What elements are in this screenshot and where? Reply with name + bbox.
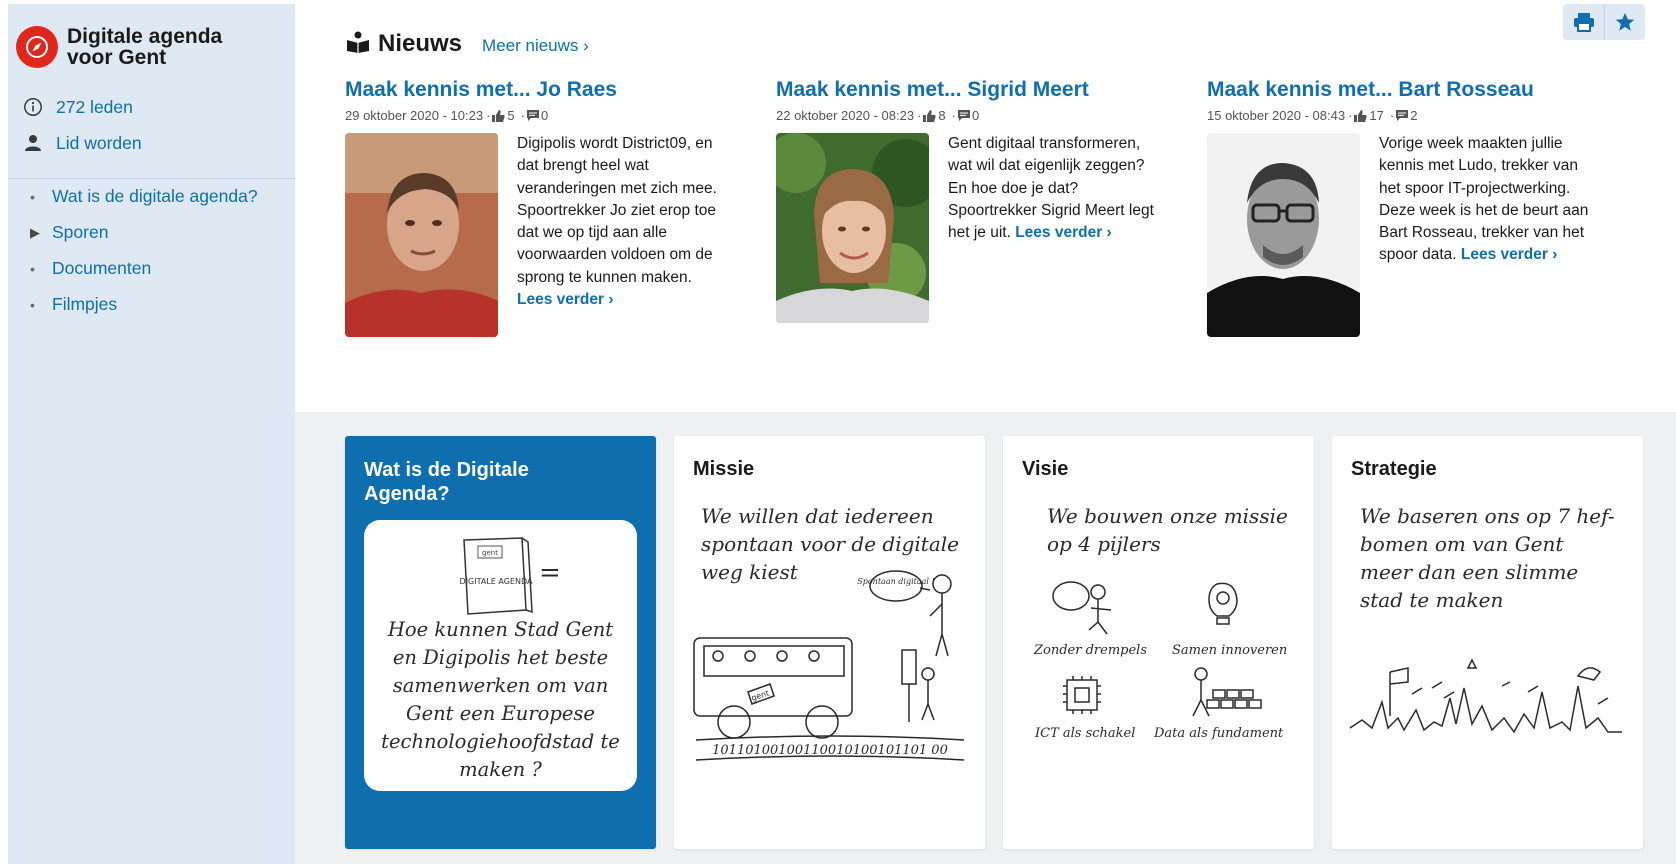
article-date: 15 oktober 2020 - 08:43	[1207, 108, 1346, 123]
like-icon	[492, 109, 506, 122]
article-title[interactable]: Maak kennis met... Sigrid Meert	[776, 78, 1176, 102]
skyline-illustration	[1349, 658, 1622, 734]
expand-triangle-icon[interactable]: ▶	[30, 225, 52, 241]
bullet-icon: •	[30, 188, 35, 205]
comment-icon	[1396, 110, 1409, 121]
card-title: Strategie	[1351, 458, 1437, 480]
data-blocks-icon	[1212, 689, 1226, 699]
more-news-link[interactable]: Meer nieuws ›	[482, 36, 589, 56]
reader-icon	[346, 31, 370, 58]
news-header: Nieuws Meer nieuws ›	[346, 30, 589, 58]
article-date: 22 oktober 2020 - 08:23	[776, 108, 915, 123]
card-missie[interactable]: Missie We willen dat iedereen spontaan v…	[674, 436, 985, 849]
info-icon	[22, 96, 44, 118]
article-title[interactable]: Maak kennis met... Bart Rosseau	[1207, 78, 1607, 102]
article-excerpt: Gent digitaal transformeren, wat wil dat…	[948, 133, 1158, 323]
members-link[interactable]: 272 leden	[22, 96, 133, 118]
pillar-label: Zonder drempels	[1034, 643, 1147, 658]
comment-count: 0	[540, 108, 549, 123]
nav-item-sporen[interactable]: ▶ Sporen	[30, 222, 108, 243]
read-more-link[interactable]: Lees verder ›	[517, 291, 614, 308]
article-photo[interactable]	[1207, 133, 1360, 337]
join-link[interactable]: Lid worden	[22, 132, 142, 154]
news-article: Maak kennis met... Jo Raes 29 oktober 20…	[345, 78, 745, 337]
speech-bubble-text: Spontaan digitaal !	[857, 577, 934, 586]
nav-label: Filmpjes	[52, 294, 118, 314]
nav-label: Wat is de digitale agenda?	[52, 186, 258, 206]
sidebar-divider	[8, 178, 295, 179]
sidebar: Digitale agenda voor Gent 272 leden Lid …	[8, 4, 295, 864]
pillar-label: Samen innoveren	[1172, 643, 1288, 658]
card-text: We baseren ons op 7 hef-bomen om van Gen…	[1360, 504, 1615, 612]
article-photo[interactable]	[345, 133, 498, 337]
binary-road: 10110100100110010100101101 00	[712, 743, 948, 758]
article-meta: 22 oktober 2020 - 08:23 · 8 · 0	[776, 108, 980, 123]
card-title: Missie	[693, 458, 755, 480]
bullet-icon: •	[30, 296, 35, 313]
article-meta: 15 oktober 2020 - 08:43 · 17 · 2	[1207, 108, 1418, 123]
user-icon	[22, 132, 44, 154]
card-what-is[interactable]: Wat is de Digitale Agenda? gent DIGITALE…	[345, 436, 656, 849]
article-excerpt: Digipolis wordt District09, en dat breng…	[517, 133, 717, 337]
book-tag: gent	[482, 549, 498, 557]
read-more-link[interactable]: Lees verder ›	[1015, 224, 1112, 241]
equals-sign: =	[539, 558, 561, 588]
like-count: 17	[1369, 108, 1384, 123]
card-illustration: gent DIGITALE AGENDA = Hoe kunnen Stad G…	[364, 520, 637, 791]
read-more-link[interactable]: Lees verder ›	[1461, 246, 1558, 263]
printer-icon	[1573, 13, 1594, 32]
article-photo[interactable]	[776, 133, 929, 323]
favorite-button[interactable]	[1604, 4, 1645, 40]
card-strategie[interactable]: Strategie We baseren ons op 7 hef-bomen …	[1332, 436, 1643, 849]
speech-icon	[1052, 581, 1090, 611]
like-icon	[923, 109, 937, 122]
bullet-icon: •	[30, 260, 35, 277]
pillar-label: ICT als schakel	[1035, 726, 1136, 741]
article-title[interactable]: Maak kennis met... Jo Raes	[345, 78, 745, 102]
comment-count: 0	[971, 108, 980, 123]
like-icon	[1354, 109, 1368, 122]
article-excerpt: Vorige week maakten jullie kennis met Lu…	[1379, 133, 1591, 337]
members-count: 272 leden	[56, 96, 133, 117]
print-button[interactable]	[1563, 4, 1604, 40]
chip-icon	[1066, 679, 1098, 711]
page-tools	[1563, 4, 1645, 40]
card-question: Hoe kunnen Stad Gent en Digipolis het be…	[381, 618, 620, 781]
excerpt-text: Digipolis wordt District09, en dat breng…	[517, 135, 717, 286]
nav-item-documenten[interactable]: • Documenten	[30, 258, 151, 279]
brand[interactable]: Digitale agenda voor Gent	[8, 4, 295, 68]
comment-icon	[526, 110, 539, 121]
pillar-label: Data als fundament	[1154, 726, 1284, 741]
nav-label: Documenten	[52, 258, 152, 278]
card-title: Visie	[1022, 458, 1069, 480]
compass-logo-icon	[16, 26, 58, 68]
card-visie[interactable]: Visie We bouwen onze missie op 4 pijlers…	[1003, 436, 1314, 849]
nav-item-filmpjes[interactable]: • Filmpjes	[30, 294, 117, 315]
article-date: 29 oktober 2020 - 10:23	[345, 108, 484, 123]
bus-illustration: Spontaan digitaal ! gent 101101001001100…	[693, 570, 965, 761]
nav-item-what-is[interactable]: • Wat is de digitale agenda?	[30, 186, 258, 207]
star-icon	[1615, 12, 1635, 31]
comment-count: 2	[1410, 108, 1418, 123]
card-text: We bouwen onze missie op 4 pijlers	[1047, 504, 1288, 556]
book-label: DIGITALE AGENDA	[460, 577, 533, 586]
excerpt-text: Vorige week maakten jullie kennis met Lu…	[1379, 135, 1589, 264]
like-count: 5	[507, 108, 515, 123]
join-label: Lid worden	[56, 132, 142, 153]
article-meta: 29 oktober 2020 - 10:23 · 5 · 0	[345, 108, 549, 123]
lightbulb-icon	[1208, 582, 1238, 617]
news-article: Maak kennis met... Bart Rosseau 15 oktob…	[1207, 78, 1607, 337]
comment-icon	[957, 110, 970, 121]
news-title: Nieuws	[378, 30, 463, 57]
news-article: Maak kennis met... Sigrid Meert 22 oktob…	[776, 78, 1176, 323]
card-title: Wat is de Digitale Agenda?	[364, 459, 529, 505]
brand-title: Digitale agenda voor Gent	[67, 25, 223, 69]
like-count: 8	[938, 108, 946, 123]
nav-label: Sporen	[52, 222, 109, 242]
